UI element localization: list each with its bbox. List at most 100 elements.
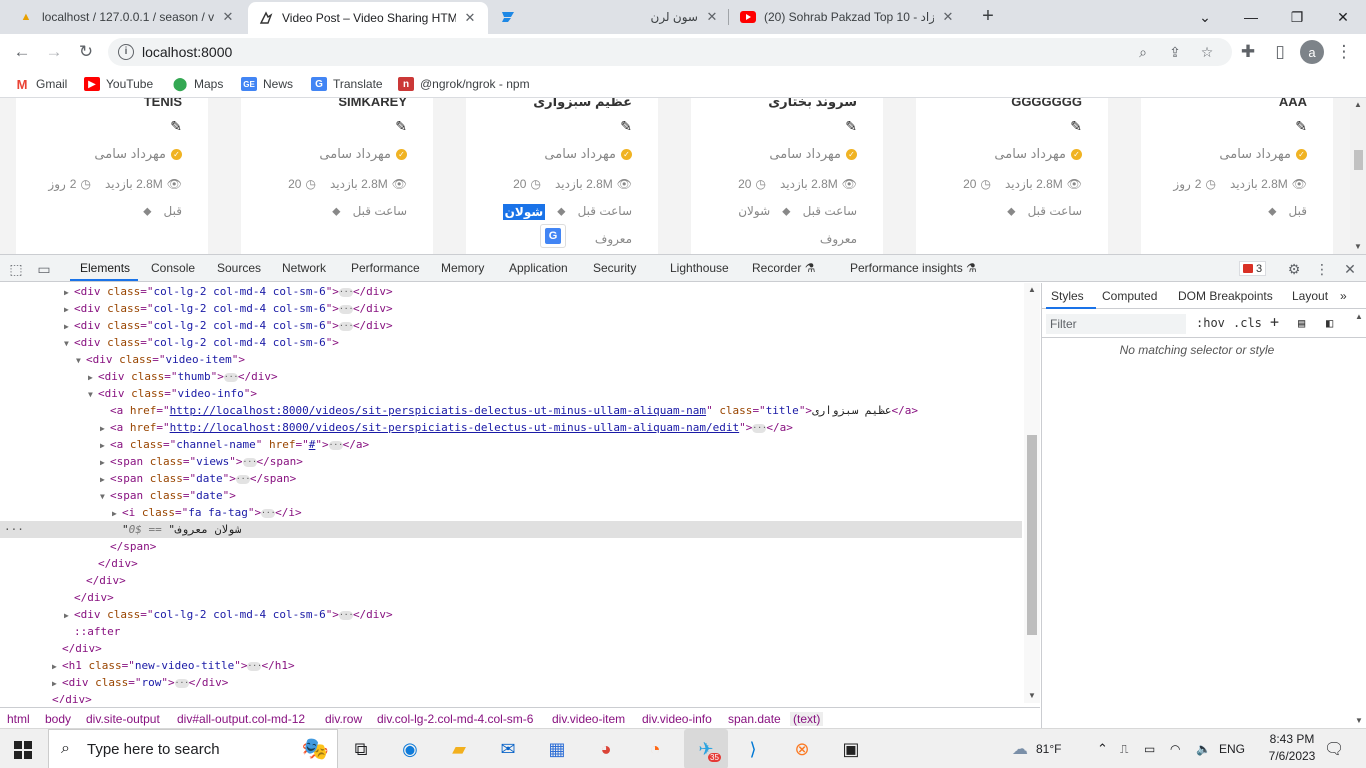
breadcrumb-item[interactable]: body [45, 712, 71, 726]
scroll-up-icon[interactable]: ▲ [1028, 285, 1036, 294]
breadcrumb-item[interactable]: html [7, 712, 30, 726]
close-icon[interactable]: ✕ [704, 9, 720, 25]
selected-tag-text[interactable]: شولان [502, 204, 546, 220]
ellipsis-icon[interactable]: ··· [261, 508, 276, 518]
dom-node[interactable]: ▼ <div class="video-item"> [0, 351, 1022, 368]
tab-phpmyadmin[interactable]: ▲ localhost / 127.0.0.1 / season / v ✕ [8, 0, 246, 34]
gear-icon[interactable]: ⚙ [1285, 260, 1303, 278]
tab-sevenlearn[interactable]: سون لرن ✕ [580, 0, 730, 34]
video-card[interactable]: سروند بختاری ✎ ✓ مهرداد سامی 👁 2.8M بازدید… [691, 98, 883, 254]
paint-icon[interactable]: ▤ [1298, 316, 1305, 330]
windows-start-icon[interactable] [14, 741, 32, 759]
bookmark-gmail[interactable]: M Gmail [14, 76, 68, 92]
breadcrumb-item[interactable]: div.video-info [642, 712, 712, 726]
chrome-icon[interactable]: ◕ [591, 734, 621, 764]
dom-node-selected[interactable]: ··· "شولان معروف" == $0 [0, 521, 1022, 538]
dom-node[interactable]: ▼ <div class="video-info"> [0, 385, 1022, 402]
breadcrumb-item[interactable]: div.site-output [86, 712, 160, 726]
dom-node[interactable]: ▶ <div class="col-lg-2 col-md-4 col-sm-6"… [0, 283, 1022, 300]
expand-triangle-icon[interactable]: ▶ [52, 675, 62, 692]
tab-search-chevron-icon[interactable]: ⌄ [1182, 0, 1228, 34]
site-info-icon[interactable]: i [118, 44, 134, 60]
dom-node[interactable]: ::after [0, 623, 1022, 640]
error-count-badge[interactable]: 3 [1239, 261, 1267, 276]
restore-button[interactable]: ❐ [1274, 0, 1320, 34]
tab-elements[interactable]: Elements [80, 261, 130, 275]
collapse-triangle-icon[interactable]: ▼ [64, 335, 74, 352]
scroll-down-icon[interactable]: ▼ [1028, 691, 1036, 700]
dom-node[interactable]: ▶ <h1 class="new-video-title">···</h1> [0, 657, 1022, 674]
channel-name[interactable]: ✓ مهرداد سامی [1219, 146, 1307, 162]
collapse-triangle-icon[interactable]: ▼ [88, 386, 98, 403]
profile-avatar[interactable]: a [1300, 40, 1324, 64]
tab-performance-insights[interactable]: Performance insights ⚗ [850, 261, 977, 275]
ellipsis-icon[interactable]: ··· [338, 610, 353, 620]
video-title[interactable]: سروند بختاری [768, 98, 857, 110]
edge-icon[interactable]: ◉ [395, 734, 425, 764]
ellipsis-icon[interactable]: ··· [328, 440, 343, 450]
url-text[interactable]: localhost:8000 [142, 44, 232, 60]
close-icon[interactable]: ✕ [220, 9, 236, 25]
dom-tree[interactable]: ▶ <div class="col-lg-2 col-md-4 col-sm-6"… [0, 283, 1040, 703]
page-scroll-thumb[interactable] [1354, 150, 1363, 170]
breadcrumb-item[interactable]: div.row [325, 712, 362, 726]
bookmark-maps[interactable]: ⬤ Maps [172, 76, 224, 92]
tab-recorder[interactable]: Recorder ⚗ [752, 261, 815, 275]
dom-node[interactable]: ▶ <span class="views">···</span> [0, 453, 1022, 470]
tab-application[interactable]: Application [509, 261, 568, 275]
dom-node[interactable]: </div> [0, 691, 1022, 703]
cls-toggle[interactable]: .cls [1233, 316, 1262, 330]
expand-triangle-icon[interactable]: ▶ [64, 318, 74, 335]
expand-triangle-icon[interactable]: ▶ [64, 284, 74, 301]
expand-triangle-icon[interactable]: ▶ [100, 471, 110, 488]
tab-computed[interactable]: Computed [1102, 289, 1157, 303]
firefox-icon[interactable]: ◔ [640, 734, 670, 764]
telegram-icon[interactable]: ✈ 35 [684, 729, 728, 768]
close-icon[interactable]: ✕ [462, 10, 478, 26]
devtools-menu-icon[interactable]: ⋮ [1313, 260, 1331, 278]
dom-node[interactable]: ▶ <a class="channel-name" href="#">···</a… [0, 436, 1022, 453]
device-toolbar-icon[interactable]: ▭ [35, 260, 53, 278]
bookmark-ngrok[interactable]: n @ngrok/ngrok - npm [398, 76, 530, 92]
styles-scrollbar[interactable]: ▲ ▼ [1352, 310, 1366, 729]
dom-node[interactable]: </div> [0, 589, 1022, 606]
dom-node[interactable]: ▶ <div class="col-lg-2 col-md-4 col-sm-6"… [0, 317, 1022, 334]
taskbar-clock[interactable]: 8:43 PM 7/6/2023 [1262, 731, 1322, 765]
dom-node[interactable]: </div> [0, 640, 1022, 657]
task-view-icon[interactable]: ⧉ [346, 734, 376, 764]
dom-tree-scrollbar[interactable]: ▲ ▼ [1024, 283, 1040, 703]
video-card[interactable]: SIMKAREY ✎ ✓ مهرداد سامی 👁 2.8M بازدید ◷ 20 … [241, 98, 433, 254]
ellipsis-icon[interactable]: ··· [242, 457, 257, 467]
tab-memory[interactable]: Memory [441, 261, 484, 275]
file-explorer-icon[interactable]: ▰ [444, 734, 474, 764]
ellipsis-icon[interactable]: ··· [235, 474, 250, 484]
dom-node[interactable]: </div> [0, 555, 1022, 572]
ellipsis-icon[interactable]: ··· [174, 678, 189, 688]
vscode-icon[interactable]: ⟩ [738, 734, 768, 764]
channel-name[interactable]: ✓ مهرداد سامی [319, 146, 407, 162]
zoom-icon[interactable]: ⌕ [1134, 43, 1152, 61]
language-indicator[interactable]: ENG [1219, 729, 1245, 768]
video-title[interactable]: SIMKAREY [338, 98, 407, 109]
dom-node[interactable]: ▶ <div class="col-lg-2 col-md-4 col-sm-6"… [0, 300, 1022, 317]
video-title[interactable]: عظیم سبزواری [533, 98, 632, 110]
dom-node[interactable]: ▶ <div class="thumb">···</div> [0, 368, 1022, 385]
hov-toggle[interactable]: :hov [1196, 316, 1225, 330]
extensions-icon[interactable]: ✚ [1236, 40, 1260, 64]
dom-node[interactable]: ▶ <div class="col-lg-2 col-md-4 col-sm-6"… [0, 606, 1022, 623]
address-bar[interactable]: i localhost:8000 ⌕ ⇪ ☆ [108, 38, 1232, 66]
expand-triangle-icon[interactable]: ▶ [100, 454, 110, 471]
dom-node[interactable]: ▼ <span class="date"> [0, 487, 1022, 504]
styles-filter-input[interactable]: Filter [1046, 314, 1186, 334]
expand-triangle-icon[interactable]: ▶ [64, 607, 74, 624]
expand-triangle-icon[interactable]: ▶ [88, 369, 98, 386]
scroll-up-icon[interactable]: ▲ [1355, 312, 1363, 321]
scroll-down-icon[interactable]: ▼ [1354, 242, 1362, 251]
menu-kebab-icon[interactable]: ⋮ [1332, 40, 1356, 64]
channel-name[interactable]: ✓ مهرداد سامی [994, 146, 1082, 162]
volume-icon[interactable]: 🔈 [1196, 729, 1211, 768]
pencil-icon[interactable]: ✎ [1295, 118, 1307, 135]
video-card[interactable]: TENIS ✎ ✓ مهرداد سامی 👁 2.8M بازدید ◷ 2 روز ق… [16, 98, 208, 254]
ellipsis-icon[interactable]: ··· [338, 321, 353, 331]
more-tabs-icon[interactable]: » [1340, 289, 1347, 303]
